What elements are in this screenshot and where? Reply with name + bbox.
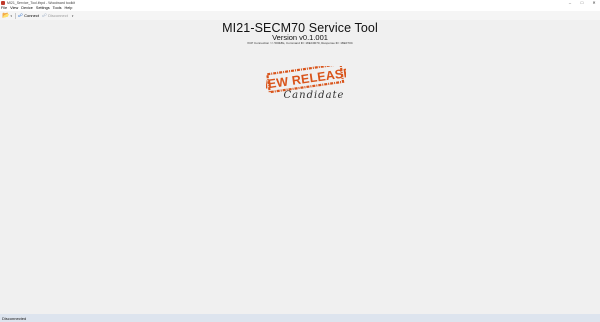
toolbar: 📂 ▾ ☍ Connect ☍ Disconnect ▾ [0, 11, 600, 20]
stamp-line2: Candidate [284, 90, 345, 101]
connection-info: XCP Connection >> 500kBs, Command ID: 18… [247, 41, 353, 45]
connection-status: Disconnected [2, 315, 27, 321]
connect-button[interactable]: ☍ Connect [18, 13, 39, 19]
connect-icon: ☍ [18, 12, 24, 19]
connect-label: Connect [24, 13, 39, 18]
release-stamp: NEW RELEASE Candidate [266, 66, 346, 101]
disconnect-label: Disconnect [48, 13, 68, 18]
app-icon [1, 1, 5, 5]
stamp-line1: NEW RELEASE [266, 66, 346, 93]
status-bar: Disconnected [0, 314, 600, 322]
open-dropdown-icon[interactable]: ▾ [10, 14, 12, 18]
disconnect-dropdown-icon[interactable]: ▾ [72, 14, 74, 18]
toolbar-separator [15, 12, 16, 19]
disconnect-icon: ☍ [41, 12, 48, 19]
disconnect-button[interactable]: ☍ Disconnect [42, 13, 68, 19]
window-title: MI21_Service_Tool.ifxpd - Woodward toolk… [7, 1, 76, 5]
folder-open-icon[interactable]: 📂 [2, 12, 9, 20]
main-content: MI21-SECM70 Service Tool Version v0.1.00… [0, 20, 600, 314]
